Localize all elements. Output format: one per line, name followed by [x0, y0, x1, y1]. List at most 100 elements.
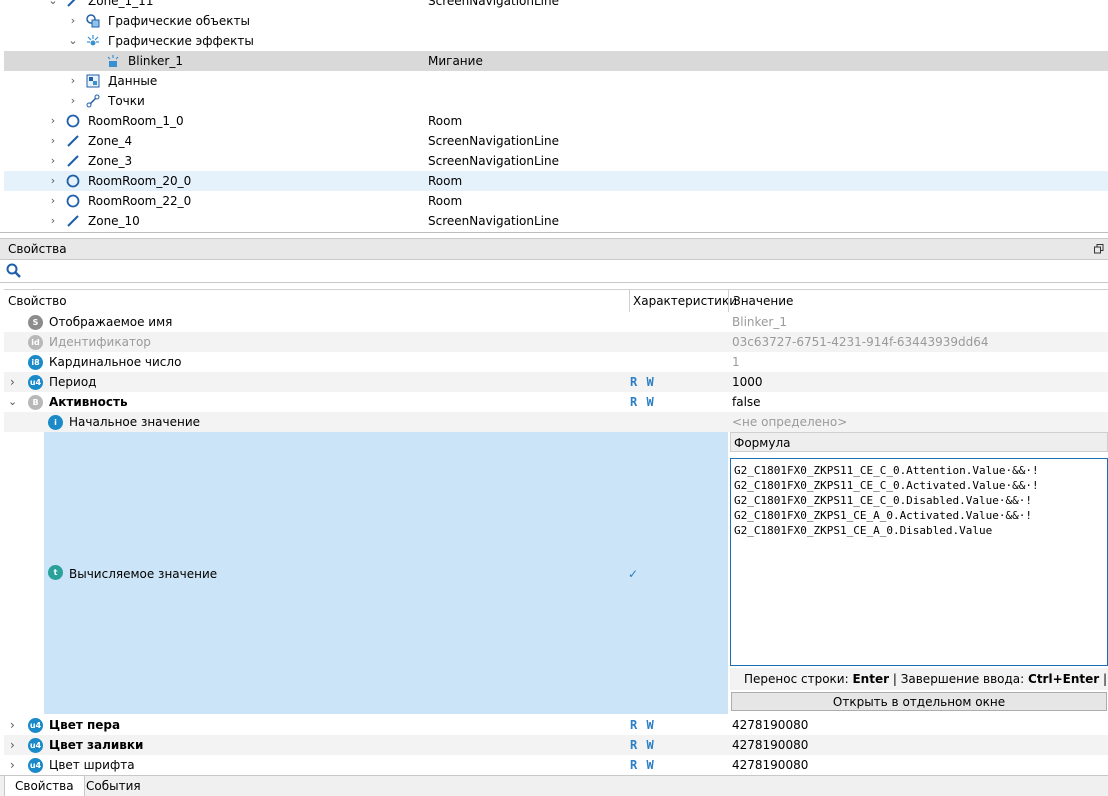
tree-item-type: ScreenNavigationLine — [428, 134, 559, 148]
column-value[interactable]: Значение — [733, 290, 793, 312]
property-value[interactable]: 03c63727-6751-4231-914f-63443939dd64 — [732, 332, 989, 352]
property-value[interactable]: Blinker_1 — [732, 312, 787, 332]
property-value[interactable]: 1 — [732, 352, 740, 372]
chevron-right-icon[interactable]: › — [68, 71, 78, 91]
info-icon: i — [48, 415, 63, 430]
property-value[interactable]: 4278190080 — [732, 735, 808, 755]
id-type-icon: id — [28, 335, 43, 350]
chevron-right-icon[interactable]: › — [48, 171, 58, 191]
tree-item-label: RoomRoom_20_0 — [88, 174, 192, 188]
property-value[interactable]: false — [732, 392, 761, 412]
tree-row[interactable]: › RoomRoom_22_0 Room — [4, 191, 1108, 211]
chevron-down-icon[interactable]: ⌄ — [68, 31, 78, 51]
property-name: Идентификатор — [49, 335, 151, 349]
chevron-right-icon[interactable]: › — [10, 715, 15, 735]
data-icon — [86, 74, 100, 88]
tree-item-label: Точки — [108, 94, 145, 108]
computed-value-row[interactable]: t Вычисляемое значение ✓ — [44, 432, 728, 714]
formula-line: G2_C1801FX0_ZKPS1_CE_A_0.Disabled.Value — [734, 524, 993, 537]
line-icon — [67, 215, 79, 227]
hint-key: Ctrl+Enter — [1028, 672, 1100, 686]
rw-flags: R W — [630, 375, 655, 389]
integer-type-icon: i8 — [28, 355, 43, 370]
property-name: Вычисляемое значение — [69, 567, 218, 581]
float-panel-icon[interactable] — [1094, 244, 1104, 254]
chevron-right-icon[interactable]: › — [48, 131, 58, 151]
column-characteristics[interactable]: Характеристики — [633, 290, 737, 312]
unsigned-type-icon: u4 — [28, 738, 43, 753]
tree-item-label: Zone_3 — [88, 154, 133, 168]
property-row[interactable]: S Отображаемое имя Blinker_1 — [4, 312, 1108, 332]
tree-row-selected[interactable]: Blinker_1 Мигание — [4, 51, 1108, 71]
tree-item-type: Room — [428, 114, 463, 128]
formula-title: Формула — [730, 432, 1108, 452]
property-name: Отображаемое имя — [49, 315, 173, 329]
property-name: Начальное значение — [69, 415, 201, 429]
chevron-right-icon[interactable]: › — [10, 735, 15, 755]
chevron-right-icon[interactable]: › — [48, 211, 58, 231]
tree-item-type: ScreenNavigationLine — [428, 214, 559, 228]
hint-text: Перенос строки: — [744, 672, 853, 686]
chevron-right-icon[interactable]: › — [48, 111, 58, 131]
tree-row[interactable]: › RoomRoom_1_0 Room — [4, 111, 1108, 131]
property-value[interactable]: 4278190080 — [732, 715, 808, 735]
unsigned-type-icon: u4 — [28, 718, 43, 733]
property-value[interactable]: 4278190080 — [732, 755, 808, 775]
tree-row[interactable]: › Zone_3 ScreenNavigationLine — [4, 151, 1108, 171]
chevron-right-icon[interactable]: › — [48, 191, 58, 211]
property-row[interactable]: › u4 Цвет пера R W 4278190080 — [4, 715, 1108, 735]
property-name: Период — [49, 375, 97, 389]
tab-properties[interactable]: Свойства — [4, 776, 85, 796]
computed-type-icon: t — [48, 565, 63, 580]
tree-row[interactable]: › Zone_4 ScreenNavigationLine — [4, 131, 1108, 151]
chevron-down-icon[interactable]: ⌄ — [8, 392, 17, 412]
property-value[interactable]: 1000 — [732, 372, 763, 392]
tree-row[interactable]: › Данные — [4, 71, 1108, 91]
hint-text: | Отмена: — [1103, 672, 1108, 686]
line-icon — [67, 155, 79, 167]
room-icon — [66, 194, 80, 208]
chevron-right-icon[interactable]: › — [68, 91, 78, 111]
property-row[interactable]: id Идентификатор 03c63727-6751-4231-914f… — [4, 332, 1108, 352]
tree-item-label: Данные — [108, 74, 158, 88]
property-row[interactable]: ⌄ B Активность R W false — [4, 392, 1108, 412]
property-grid-header: Свойство Характеристики Значение — [4, 289, 1108, 312]
tree-row[interactable]: › Графические объекты — [4, 11, 1108, 31]
property-name: Кардинальное число — [49, 355, 182, 369]
column-property[interactable]: Свойство — [8, 290, 67, 312]
line-icon — [67, 0, 76, 7]
tree-row[interactable]: › Zone_10 ScreenNavigationLine — [4, 211, 1108, 231]
tree-row-hovered[interactable]: › RoomRoom_20_0 Room — [4, 171, 1108, 191]
property-row[interactable]: i Начальное значение <не определено> — [4, 412, 1108, 432]
formula-editor[interactable]: G2_C1801FX0_ZKPS11_CE_C_0.Attention.Valu… — [730, 458, 1108, 666]
tree-row[interactable]: ⌄ Zone_1_11 ScreenNavigationLine — [4, 0, 1108, 11]
chevron-right-icon[interactable]: › — [10, 755, 15, 775]
rw-flags: R W — [630, 738, 655, 752]
tree-item-label: Zone_1_11 — [88, 0, 154, 8]
property-row[interactable]: i8 Кардинальное число 1 — [4, 352, 1108, 372]
property-name: Активность — [49, 395, 128, 409]
room-icon — [66, 114, 80, 128]
chevron-right-icon[interactable]: › — [68, 11, 78, 31]
chevron-right-icon[interactable]: › — [48, 151, 58, 171]
chevron-down-icon[interactable]: ⌄ — [48, 0, 58, 11]
property-row[interactable]: › u4 Цвет заливки R W 4278190080 — [4, 735, 1108, 755]
property-search-bar[interactable] — [0, 260, 1108, 283]
property-value[interactable]: <не определено> — [732, 412, 847, 432]
tree-item-label: RoomRoom_1_0 — [88, 114, 184, 128]
line-icon — [67, 135, 79, 147]
formula-label: Формула — [734, 436, 791, 450]
chevron-right-icon[interactable]: › — [10, 372, 15, 392]
rw-flags: R W — [630, 718, 655, 732]
property-row[interactable]: › u4 Период R W 1000 — [4, 372, 1108, 392]
open-in-window-button[interactable]: Открыть в отдельном окне — [731, 692, 1107, 711]
graphic-objects-icon — [86, 14, 100, 28]
search-icon[interactable] — [6, 263, 21, 278]
tree-item-label: Zone_10 — [88, 214, 140, 228]
property-row[interactable]: › u4 Цвет шрифта R W 4278190080 — [4, 755, 1108, 775]
tree-row[interactable]: ⌄ Графические эффекты — [4, 31, 1108, 51]
tab-events[interactable]: События — [76, 776, 151, 796]
rw-flags: R W — [630, 395, 655, 409]
tree-item-type: Room — [428, 194, 463, 208]
tree-row[interactable]: › Точки — [4, 91, 1108, 111]
